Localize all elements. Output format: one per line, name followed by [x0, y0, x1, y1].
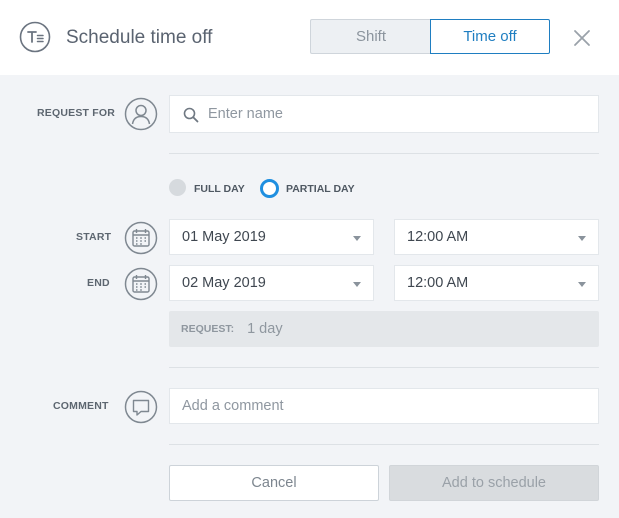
dialog-header: Schedule time off Shift Time off: [0, 0, 619, 75]
close-icon[interactable]: [570, 26, 594, 50]
full-day-label[interactable]: FULL DAY: [194, 183, 245, 195]
tab-shift[interactable]: Shift: [310, 19, 431, 54]
end-date-select[interactable]: 02 May 2019: [169, 265, 374, 301]
end-date-value: 02 May 2019: [182, 275, 266, 291]
request-summary: REQUEST: 1 day: [169, 311, 599, 347]
request-for-label: REQUEST FOR: [37, 107, 116, 119]
chevron-down-icon: [353, 236, 361, 241]
end-time-select[interactable]: 12:00 AM: [394, 265, 599, 301]
comment-input[interactable]: Add a comment: [169, 388, 599, 424]
request-summary-value: 1 day: [247, 321, 283, 337]
comment-placeholder: Add a comment: [182, 398, 284, 414]
end-label: END: [87, 277, 110, 289]
start-time-select[interactable]: 12:00 AM: [394, 219, 599, 255]
request-for-input[interactable]: Enter name: [169, 95, 599, 133]
start-label: START: [76, 231, 112, 243]
partial-day-radio[interactable]: [260, 179, 279, 198]
add-to-schedule-button[interactable]: Add to schedule: [389, 465, 599, 501]
partial-day-label[interactable]: PARTIAL DAY: [286, 183, 355, 195]
chevron-down-icon: [578, 236, 586, 241]
request-summary-label: REQUEST:: [181, 323, 235, 335]
chevron-down-icon: [578, 282, 586, 287]
request-for-placeholder: Enter name: [208, 106, 283, 122]
start-time-value: 12:00 AM: [407, 229, 469, 245]
divider: [169, 444, 599, 445]
cancel-button[interactable]: Cancel: [169, 465, 379, 501]
divider: [169, 153, 599, 154]
calendar-icon: [124, 221, 158, 255]
chevron-down-icon: [353, 282, 361, 287]
end-time-value: 12:00 AM: [407, 275, 469, 291]
start-date-select[interactable]: 01 May 2019: [169, 219, 374, 255]
search-icon: [183, 107, 199, 123]
timeoff-logo-icon: [19, 21, 51, 53]
comment-label: COMMENT: [53, 400, 109, 412]
comment-icon: [124, 390, 158, 424]
divider: [169, 367, 599, 368]
dialog-title: Schedule time off: [66, 27, 213, 48]
tab-time-off[interactable]: Time off: [430, 19, 550, 54]
start-date-value: 01 May 2019: [182, 229, 266, 245]
calendar-icon: [124, 267, 158, 301]
full-day-radio[interactable]: [169, 179, 186, 196]
user-icon: [124, 97, 158, 131]
